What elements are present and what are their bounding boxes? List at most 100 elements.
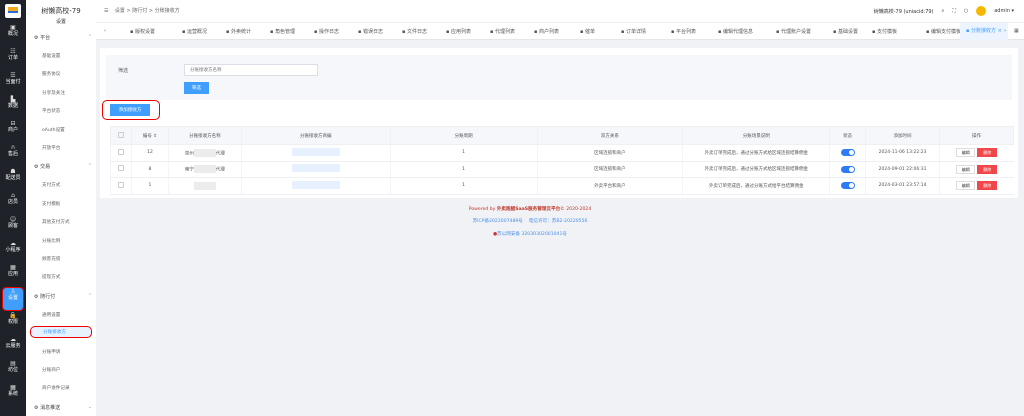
- cell-relation: 外卖平台和商户: [536, 177, 683, 195]
- nav-item[interactable]: ☁ 云服务: [0, 336, 26, 358]
- tab[interactable]: ▪ 应用列表: [446, 28, 471, 35]
- footer-brand-link[interactable]: 外卖跑腿SaaS服务管理云平台: [497, 207, 560, 212]
- tab[interactable]: ▪ 外卖统计: [226, 28, 251, 35]
- tab[interactable]: ▪ 操作日志: [314, 28, 339, 35]
- group-icon: ⚙: [34, 35, 39, 41]
- status-toggle[interactable]: [840, 182, 855, 190]
- delete-button[interactable]: 删除: [977, 148, 998, 158]
- license-link[interactable]: 电信许可：苏B2-20220556: [529, 219, 588, 224]
- sidebar-item[interactable]: 开放平台: [42, 145, 60, 151]
- status-toggle[interactable]: [840, 149, 855, 157]
- tab[interactable]: ▪ 代理列表: [490, 28, 515, 35]
- nav-item[interactable]: ⊟ 商户: [0, 120, 26, 142]
- search-icon[interactable]: ⌕: [942, 8, 945, 14]
- sidebar-item[interactable]: 支付方式: [42, 182, 60, 188]
- nav-item[interactable]: ▦ 系统: [0, 384, 26, 406]
- sidebar-item[interactable]: 支付模板: [42, 201, 60, 207]
- sidebar-item[interactable]: 分账接收方: [30, 326, 92, 339]
- sidebar-item[interactable]: 商户进件记录: [42, 385, 70, 391]
- avatar[interactable]: [976, 6, 987, 16]
- sidebar-item[interactable]: 其他支付方式: [42, 219, 70, 225]
- nav-item[interactable]: ☁ 小程序: [0, 240, 26, 262]
- row-checkbox[interactable]: [117, 181, 124, 188]
- delete-button[interactable]: 删除: [977, 164, 998, 174]
- column-header: 分账接收方名称: [167, 126, 242, 145]
- sidebar-group[interactable]: ⚙ 消息推送 ⌄: [34, 404, 92, 411]
- row-checkbox[interactable]: [117, 165, 124, 172]
- filter-button[interactable]: 筛选: [184, 82, 209, 94]
- nav-item[interactable]: ☰ 当面付: [0, 72, 26, 94]
- tab[interactable]: ▪ 分账接收方 ×: [960, 23, 1008, 40]
- sidebar-item[interactable]: 顾客充值: [42, 256, 60, 262]
- close-tab-icon[interactable]: ×: [998, 28, 1002, 34]
- tabs-next-icon[interactable]: ›: [1004, 28, 1006, 34]
- tab[interactable]: ▪ 平台列表: [671, 28, 696, 35]
- menu-fold-icon[interactable]: ☰: [104, 8, 108, 14]
- tab[interactable]: ▪ 代理账户设置: [776, 28, 811, 35]
- sidebar-group[interactable]: ⚙ 平台 ⌃: [34, 34, 92, 41]
- footer-powered: Powered by 外卖跑腿SaaS服务管理云平台© 2020-2024: [468, 207, 592, 212]
- nav-item[interactable]: ∩ 售后: [0, 144, 26, 166]
- nav-item[interactable]: ☺ 顾客: [0, 216, 26, 238]
- status-toggle[interactable]: [840, 165, 855, 173]
- cell-cycle: 1: [389, 144, 537, 162]
- sidebar-item[interactable]: 分账比例: [42, 238, 60, 244]
- tab[interactable]: ▪ 错误日志: [358, 28, 383, 35]
- add-receiver-button[interactable]: 添加接收方: [110, 104, 150, 116]
- sidebar-item[interactable]: 通用设置: [42, 312, 60, 318]
- refresh-icon[interactable]: ○: [964, 8, 968, 14]
- sidebar-item[interactable]: 服务协议: [42, 71, 60, 77]
- tabs-prev-icon[interactable]: ‹: [104, 28, 106, 34]
- breadcrumb-item[interactable]: 设置: [115, 8, 125, 14]
- nav-item[interactable]: ⌂ 店员: [0, 192, 26, 214]
- fullscreen-icon[interactable]: ⛶: [952, 8, 956, 14]
- tab[interactable]: ▪ 基础设置: [833, 28, 858, 35]
- edit-button[interactable]: 编辑: [956, 181, 976, 191]
- tab[interactable]: ▪ 编辑支付模板: [926, 28, 961, 35]
- sidebar-group[interactable]: ⚙ 随行付 ⌃: [34, 293, 92, 300]
- tab[interactable]: ▪ 运营概况: [182, 28, 207, 35]
- police-link[interactable]: 苏公网安备 32030302001041号: [497, 232, 567, 237]
- tab[interactable]: ▪ 编辑代理信息: [718, 28, 753, 35]
- column-header[interactable]: 编号 ⇕: [130, 126, 169, 145]
- nav-item[interactable]: ▣ 概况: [0, 24, 26, 46]
- tab[interactable]: ▪ 文件日志: [402, 28, 427, 35]
- row-checkbox[interactable]: [117, 148, 124, 155]
- edit-button[interactable]: 编辑: [956, 148, 976, 158]
- top-bar: ☰ 设置 > 随行付 > 分账接收方 树懒高校-79 (uniacid:79) …: [96, 0, 1024, 22]
- tab[interactable]: ▪ 商户列表: [534, 28, 559, 35]
- receiver-name-input[interactable]: [184, 64, 318, 76]
- tab[interactable]: ▪ 角色管理: [270, 28, 295, 35]
- select-all-checkbox[interactable]: [117, 131, 124, 138]
- tab[interactable]: ▪ 版权设置: [130, 28, 155, 35]
- sidebar-item[interactable]: oAuth设置: [42, 127, 65, 133]
- sidebar-item[interactable]: 分享及关注: [42, 90, 65, 96]
- sidebar-item[interactable]: 平台状态: [42, 108, 60, 114]
- user-menu[interactable]: admin ▾: [994, 8, 1014, 14]
- nav-item[interactable]: ▤ 坊位: [0, 360, 26, 382]
- sidebar: 树懒高校-79 设置 ⚙ 平台 ⌃ 基础设置 服务协议 分享及关注 平台状态 oAuth设置…: [26, 0, 96, 416]
- nav-item[interactable]: ▙ 数据: [0, 96, 26, 118]
- tab[interactable]: ▪ 催单: [580, 28, 595, 35]
- edit-button[interactable]: 编辑: [956, 164, 976, 174]
- nav-item[interactable]: ▦ 应用: [0, 264, 26, 286]
- nav-item[interactable]: ☗ 配送员: [0, 168, 26, 190]
- breadcrumb-item[interactable]: 随行付: [132, 8, 147, 14]
- nav-item[interactable]: ☷ 订单: [0, 48, 26, 70]
- cell-id: 12: [130, 144, 169, 162]
- nav-item[interactable]: ♙ 设置: [2, 287, 24, 311]
- sidebar-group[interactable]: ⚙ 交易 ⌃: [34, 163, 92, 170]
- icp-link[interactable]: 苏ICP备2022007489号: [473, 219, 523, 224]
- cell-cycle: 1: [389, 177, 537, 195]
- tab[interactable]: ▪ 支付模板: [872, 28, 897, 35]
- tab[interactable]: ▪ 订单详情: [621, 28, 646, 35]
- sidebar-item[interactable]: 提现方式: [42, 274, 60, 280]
- cell-id: 1: [130, 177, 169, 195]
- content-panel: 筛选 筛选 添加接收方 编号 ⇕分账接收方名称分账接收方商编分账周期双方关系分账…: [100, 48, 1018, 198]
- delete-button[interactable]: 删除: [977, 181, 998, 191]
- sidebar-item[interactable]: 分账商户: [42, 367, 60, 373]
- tabs-menu-icon[interactable]: ▦: [1014, 28, 1019, 34]
- sidebar-item[interactable]: 基础设置: [42, 53, 60, 59]
- nav-item[interactable]: 🔒 权限: [0, 312, 26, 334]
- sidebar-item[interactable]: 分账申请: [42, 349, 60, 355]
